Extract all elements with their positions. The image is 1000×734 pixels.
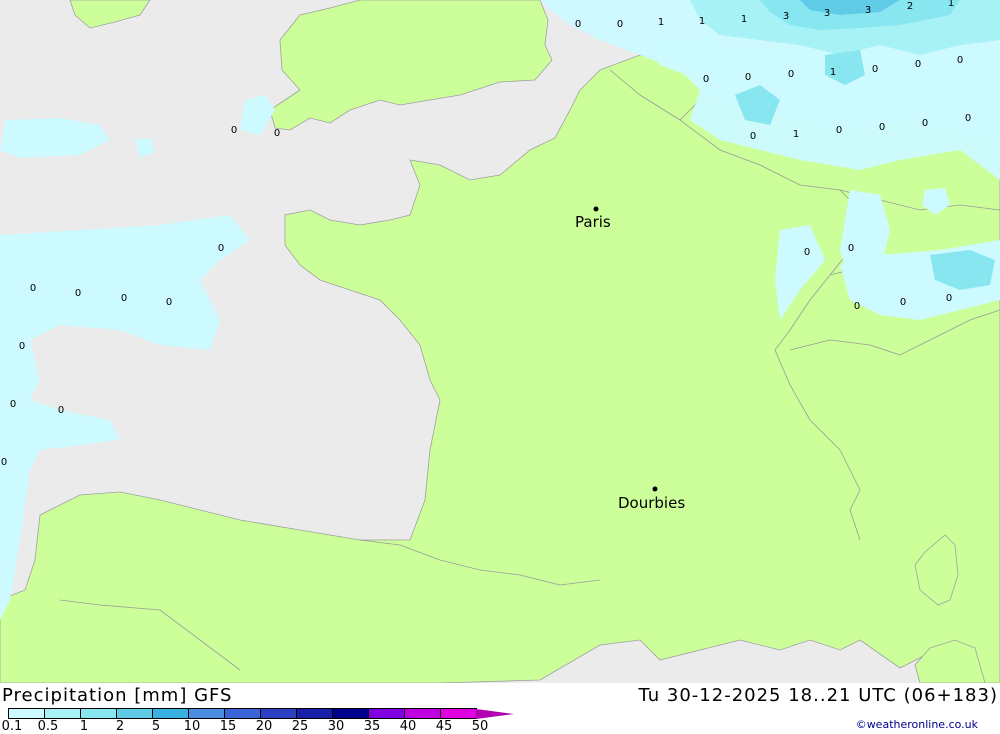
contour-label: 0 — [745, 72, 751, 83]
contour-label: 0 — [965, 113, 971, 124]
contour-label: 0 — [922, 118, 928, 129]
legend-swatch — [440, 708, 477, 719]
contour-label: 0 — [900, 297, 906, 308]
legend-swatch — [404, 708, 441, 719]
legend-swatch — [44, 708, 81, 719]
map-datetime: Tu 30-12-2025 18..21 UTC (06+183) — [638, 685, 998, 706]
contour-label: 3 — [865, 5, 871, 16]
contour-label: 1 — [948, 0, 954, 9]
contour-label: 3 — [824, 8, 830, 19]
contour-label: 0 — [75, 288, 81, 299]
contour-label: 1 — [830, 67, 836, 78]
contour-label: 0 — [915, 59, 921, 70]
contour-label: 0 — [1, 457, 7, 468]
legend-swatch — [188, 708, 225, 719]
legend-ticks: 0.1 0.5 1 2 5 10 15 20 25 30 35 40 45 50 — [0, 719, 520, 734]
precipitation-map[interactable]: Paris Dourbies 0 0 1 1 1 3 3 3 2 1 0 0 0… — [0, 0, 1000, 683]
legend-swatch — [8, 708, 45, 719]
contour-label: 0 — [957, 55, 963, 66]
legend-swatch — [260, 708, 297, 719]
city-label-paris: Paris — [575, 213, 611, 231]
legend-tick-label: 45 — [435, 719, 453, 734]
contour-label: 0 — [231, 125, 237, 136]
contour-label: 0 — [166, 297, 172, 308]
contour-label: 0 — [946, 293, 952, 304]
legend-swatch — [296, 708, 333, 719]
contour-label: 0 — [836, 125, 842, 136]
legend-tick-label: 35 — [363, 719, 381, 734]
legend-arrow — [476, 708, 514, 719]
legend-swatch — [224, 708, 261, 719]
copyright-link[interactable]: ©weatheronline.co.uk — [856, 718, 978, 731]
contour-label: 0 — [854, 301, 860, 312]
contour-label: 3 — [783, 11, 789, 22]
contour-label: 0 — [788, 69, 794, 80]
legend-swatch — [152, 708, 189, 719]
contour-label: 0 — [274, 128, 280, 139]
contour-label: 0 — [848, 243, 854, 254]
legend-tick-label: 15 — [219, 719, 237, 734]
contour-label: 0 — [617, 19, 623, 30]
legend-tick-label: 2 — [115, 719, 125, 734]
contour-label: 1 — [658, 17, 664, 28]
legend-tick-label: 10 — [183, 719, 201, 734]
city-label-dourbies: Dourbies — [618, 494, 685, 512]
contour-label: 0 — [703, 74, 709, 85]
legend-swatch — [80, 708, 117, 719]
legend-tick-label: 30 — [327, 719, 345, 734]
contour-label: 0 — [879, 122, 885, 133]
contour-label: 0 — [10, 399, 16, 410]
contour-label: 0 — [750, 131, 756, 142]
map-title: Precipitation [mm] GFS — [2, 685, 233, 706]
contour-label: 0 — [218, 243, 224, 254]
legend-tick-label: 1 — [79, 719, 89, 734]
contour-label: 1 — [741, 14, 747, 25]
contour-label: 0 — [121, 293, 127, 304]
contour-label: 0 — [58, 405, 64, 416]
legend-tick-label: 0.5 — [37, 719, 59, 734]
legend-tick-label: 50 — [471, 719, 489, 734]
legend-swatch — [116, 708, 153, 719]
map-footer: Precipitation [mm] GFS Tu 30-12-2025 18.… — [0, 683, 1000, 734]
contour-label: 1 — [699, 16, 705, 27]
contour-label: 0 — [19, 341, 25, 352]
contour-label: 2 — [907, 1, 913, 12]
legend-tick-label: 40 — [399, 719, 417, 734]
contour-label: 1 — [793, 129, 799, 140]
contour-label: 0 — [575, 19, 581, 30]
legend-tick-label: 25 — [291, 719, 309, 734]
legend-tick-label: 0.1 — [1, 719, 23, 734]
legend-tick-label: 5 — [151, 719, 161, 734]
legend-tick-label: 20 — [255, 719, 273, 734]
contour-label: 0 — [30, 283, 36, 294]
contour-label: 0 — [804, 247, 810, 258]
legend-swatch — [368, 708, 405, 719]
contour-label: 0 — [872, 64, 878, 75]
legend-swatch — [332, 708, 369, 719]
precipitation-legend — [8, 708, 514, 719]
